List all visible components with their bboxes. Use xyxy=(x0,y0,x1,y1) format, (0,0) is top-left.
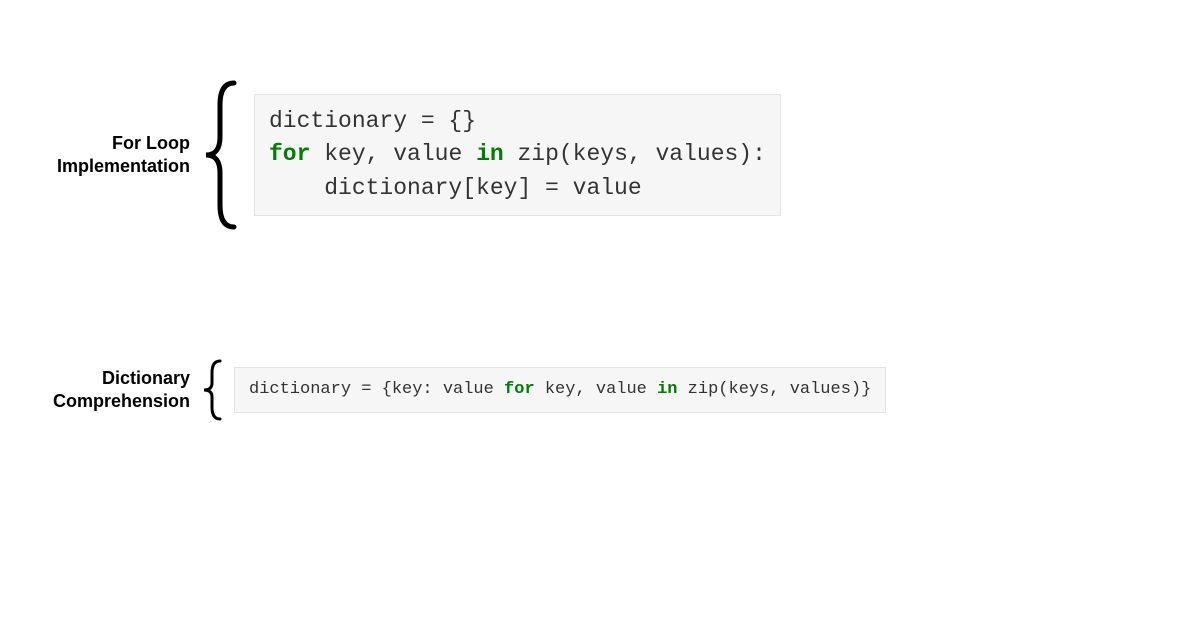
keyword-in: in xyxy=(657,380,677,399)
dict-comprehension-section: Dictionary Comprehension dictionary = {k… xyxy=(30,355,886,425)
curly-brace-icon xyxy=(196,75,246,235)
code-text: key, value xyxy=(310,141,476,167)
dict-comprehension-label: Dictionary Comprehension xyxy=(30,367,190,414)
brace-large xyxy=(196,75,246,235)
for-loop-label: For Loop Implementation xyxy=(30,132,190,179)
code-text: dictionary[key] = value xyxy=(269,175,642,201)
keyword-for: for xyxy=(504,380,535,399)
code-text: zip(keys, values): xyxy=(504,141,766,167)
code-text: zip(keys, values)} xyxy=(677,380,871,399)
code-text: dictionary = {} xyxy=(269,108,476,134)
brace-small xyxy=(196,355,226,425)
keyword-for: for xyxy=(269,141,310,167)
code-text: dictionary = {key: value xyxy=(249,380,504,399)
code-text: key, value xyxy=(535,380,657,399)
for-loop-code-block: dictionary = {} for key, value in zip(ke… xyxy=(254,94,781,216)
curly-brace-icon xyxy=(196,355,226,425)
keyword-in: in xyxy=(476,141,504,167)
for-loop-section: For Loop Implementation dictionary = {} … xyxy=(30,75,781,235)
dict-comprehension-code-block: dictionary = {key: value for key, value … xyxy=(234,367,886,413)
